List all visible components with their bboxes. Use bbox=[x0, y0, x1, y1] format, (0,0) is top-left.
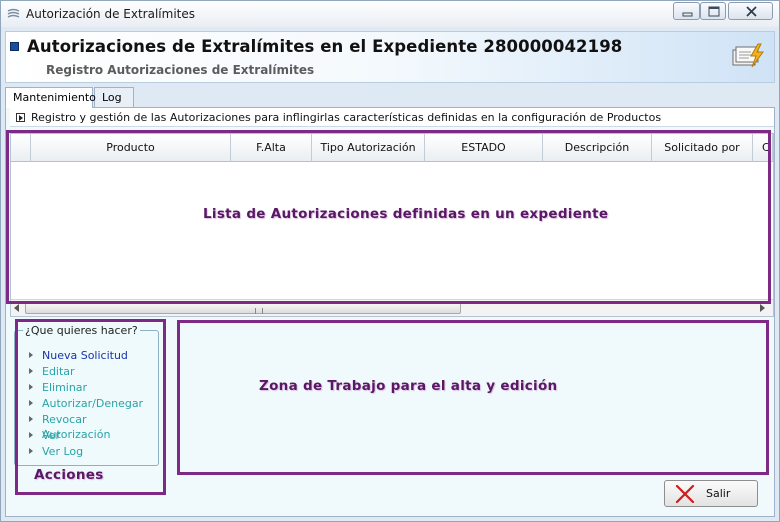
minimize-button[interactable] bbox=[673, 2, 700, 20]
app-window: Autorización de Extralímites Autorizacio… bbox=[0, 0, 780, 522]
title-bar: Autorización de Extralímites bbox=[1, 1, 779, 27]
exit-button[interactable]: Salir bbox=[664, 480, 758, 507]
description-bar: Registro y gestión de las Autorizaciones… bbox=[10, 108, 774, 127]
tab-mantenimiento[interactable]: Mantenimiento bbox=[5, 87, 96, 108]
list-callout-label: Lista de Autorizaciones definidas en un … bbox=[203, 206, 609, 222]
tab-log[interactable]: Log bbox=[94, 87, 134, 107]
expand-icon[interactable] bbox=[16, 113, 25, 122]
maximize-button[interactable] bbox=[700, 2, 726, 20]
minimize-icon bbox=[682, 12, 693, 17]
close-button[interactable] bbox=[728, 2, 773, 20]
close-icon bbox=[746, 6, 757, 17]
app-icon bbox=[7, 8, 20, 18]
red-x-icon bbox=[675, 485, 695, 503]
scroll-left-icon[interactable] bbox=[14, 304, 19, 312]
description-text: Registro y gestión de las Autorizaciones… bbox=[31, 111, 662, 124]
work-callout-label: Zona de Trabajo para el alta y edición bbox=[259, 378, 558, 394]
maximize-icon bbox=[708, 6, 720, 17]
exit-label: Salir bbox=[706, 487, 731, 500]
actions-callout-label: Acciones bbox=[34, 467, 104, 483]
window-title: Autorización de Extralímites bbox=[26, 7, 195, 21]
grip-icon bbox=[255, 308, 263, 314]
page-subtitle: Registro Autorizaciones de Extralímites bbox=[46, 63, 315, 77]
page-title: Autorizaciones de Extralímites en el Exp… bbox=[27, 37, 623, 56]
work-callout-frame bbox=[177, 320, 769, 475]
header-bullet-icon bbox=[10, 42, 19, 51]
page-header: Autorizaciones de Extralímites en el Exp… bbox=[5, 31, 775, 83]
scroll-right-icon[interactable] bbox=[760, 304, 765, 312]
lightning-card-icon bbox=[732, 43, 764, 68]
